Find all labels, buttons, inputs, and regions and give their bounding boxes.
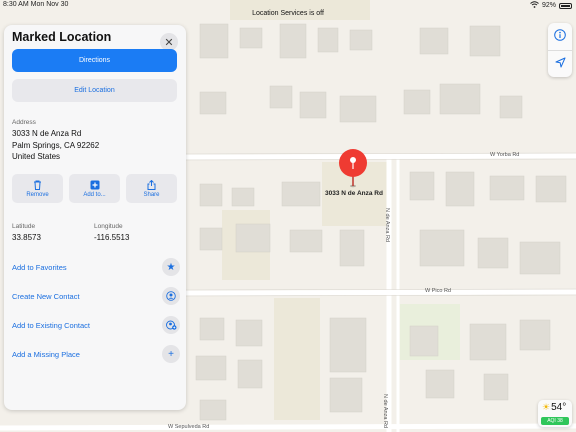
create-new-contact-row[interactable]: Create New Contact bbox=[12, 286, 180, 306]
close-icon: ✕ bbox=[164, 36, 174, 49]
edit-location-button[interactable]: Edit Location bbox=[12, 79, 177, 102]
wifi-icon bbox=[530, 1, 539, 10]
status-time: 8:30 AM Mon Nov 30 bbox=[3, 1, 69, 8]
temperature-block: ☀ 54° bbox=[542, 402, 566, 413]
address-line-2: Palm Springs, CA 92262 bbox=[12, 140, 100, 150]
longitude-block: Longitude -116.5513 bbox=[94, 223, 129, 242]
latitude-value: 33.8573 bbox=[12, 233, 41, 242]
map-controls bbox=[548, 23, 572, 77]
weather-widget[interactable]: ☀ 54° AQI 38 bbox=[538, 400, 572, 427]
status-right: 92% bbox=[530, 1, 572, 10]
street-label-anza-lower: N de Anza Rd bbox=[381, 394, 388, 428]
longitude-label: Longitude bbox=[94, 223, 123, 230]
latitude-label: Latitude bbox=[12, 223, 36, 230]
battery-percent: 92% bbox=[541, 2, 556, 9]
street-label-yorba: W Yorba Rd bbox=[490, 152, 520, 158]
latitude-block: Latitude 33.8573 bbox=[12, 223, 41, 242]
create-new-contact-label: Create New Contact bbox=[12, 291, 80, 301]
plus-square-icon bbox=[90, 180, 100, 190]
add-to-favorites-row[interactable]: Add to Favorites ★ bbox=[12, 257, 180, 277]
plus-icon: + bbox=[162, 345, 180, 363]
longitude-value: -116.5513 bbox=[94, 233, 130, 242]
aqi-badge: AQI 38 bbox=[541, 417, 569, 425]
add-contact-icon bbox=[162, 316, 180, 334]
share-label: Share bbox=[143, 191, 160, 198]
star-icon: ★ bbox=[162, 258, 180, 276]
pin-address-label: 3033 N de Anza Rd bbox=[325, 190, 383, 197]
directions-button[interactable]: Directions bbox=[12, 49, 177, 72]
add-missing-place-row[interactable]: Add a Missing Place + bbox=[12, 344, 180, 364]
sun-icon: ☀ bbox=[542, 402, 551, 412]
contact-icon bbox=[162, 287, 180, 305]
add-to-button[interactable]: Add to... bbox=[69, 174, 120, 203]
add-to-existing-contact-row[interactable]: Add to Existing Contact bbox=[12, 315, 180, 335]
battery-icon bbox=[559, 2, 572, 9]
location-services-status: Location Services is off bbox=[252, 10, 324, 17]
place-card-title: Marked Location bbox=[12, 30, 112, 44]
locate-button[interactable] bbox=[548, 50, 572, 77]
info-button[interactable] bbox=[548, 23, 572, 50]
info-icon bbox=[554, 28, 566, 46]
address-line-1: 3033 N de Anza Rd bbox=[12, 129, 82, 138]
add-to-label: Add to... bbox=[83, 191, 106, 198]
share-icon bbox=[147, 179, 157, 190]
temperature: 54° bbox=[551, 402, 567, 413]
share-button[interactable]: Share bbox=[126, 174, 177, 203]
street-label-sepulveda: W Sepulveda Rd bbox=[168, 424, 210, 430]
trash-icon bbox=[33, 180, 43, 190]
address-block[interactable]: 3033 N de Anza Rd Palm Springs, CA 92262… bbox=[12, 128, 99, 163]
remove-label: Remove bbox=[26, 191, 49, 198]
address-line-3: United States bbox=[12, 152, 61, 161]
add-to-existing-contact-label: Add to Existing Contact bbox=[12, 320, 90, 330]
action-buttons: Remove Add to... Share bbox=[12, 174, 177, 203]
add-missing-place-label: Add a Missing Place bbox=[12, 349, 80, 359]
place-card: Marked Location ✕ Directions Edit Locati… bbox=[4, 25, 186, 410]
address-label: Address bbox=[12, 119, 36, 126]
add-to-favorites-label: Add to Favorites bbox=[12, 262, 67, 272]
remove-button[interactable]: Remove bbox=[12, 174, 63, 203]
street-label-anza: N de Anza Rd bbox=[383, 208, 390, 242]
street-label-pico: W Pico Rd bbox=[425, 288, 451, 294]
location-arrow-icon bbox=[555, 55, 566, 73]
